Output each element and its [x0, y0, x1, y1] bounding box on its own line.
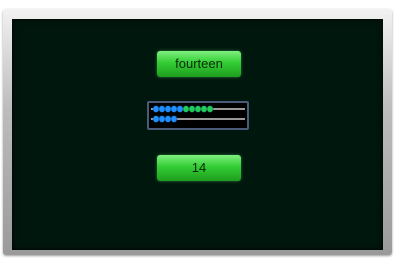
abacus-bead [158, 105, 166, 113]
abacus-bead [206, 105, 214, 113]
abacus-bead [152, 105, 160, 113]
abacus-bead [170, 115, 178, 123]
abacus-graphic [151, 105, 245, 123]
abacus-bead [164, 105, 172, 113]
abacus [147, 101, 249, 130]
abacus-bead [176, 105, 184, 113]
number-digit-button[interactable]: 14 [157, 155, 241, 181]
abacus-bead [194, 105, 202, 113]
abacus-bead [188, 105, 196, 113]
abacus-bead [158, 115, 166, 123]
abacus-bead [170, 105, 178, 113]
abacus-bead [164, 115, 172, 123]
abacus-bead [152, 115, 160, 123]
abacus-bead [200, 105, 208, 113]
number-word-button[interactable]: fourteen [157, 51, 241, 77]
abacus-bead [182, 105, 190, 113]
